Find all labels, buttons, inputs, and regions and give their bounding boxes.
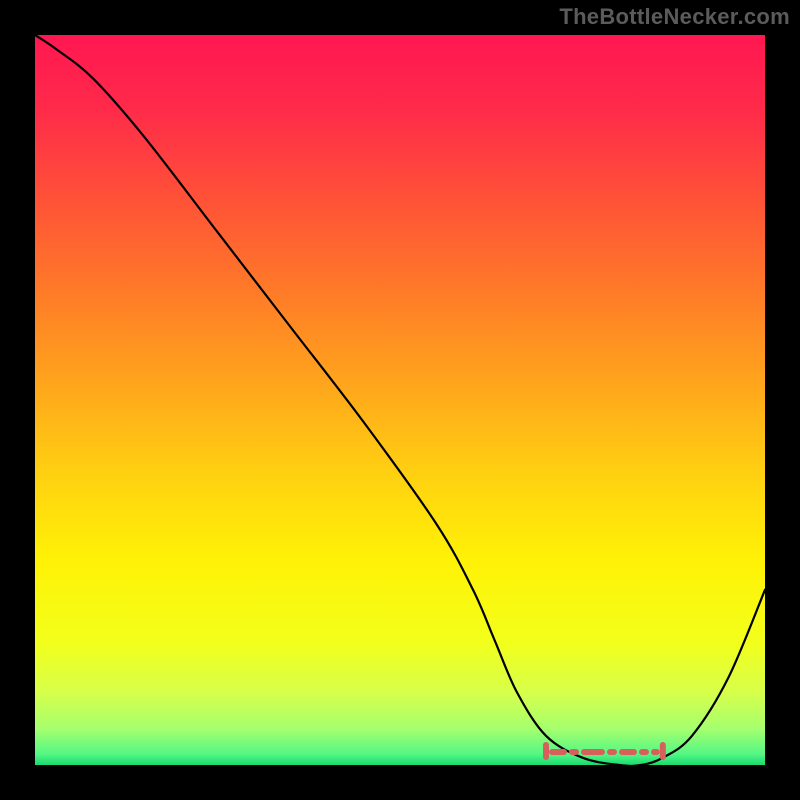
watermark-text: TheBottleNecker.com [559,4,790,30]
chart-frame: TheBottleNecker.com [0,0,800,800]
optimal-range-marker [35,35,765,765]
plot-area [35,35,765,765]
